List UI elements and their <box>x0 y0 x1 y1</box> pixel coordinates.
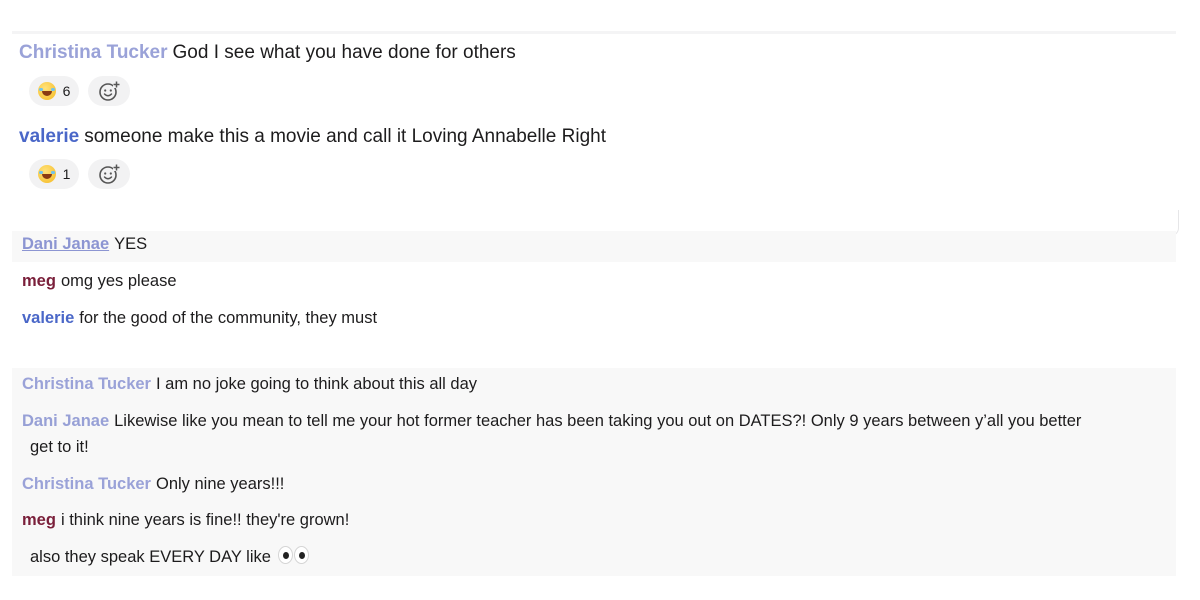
chat-thread: Christina Tucker God I see what you have … <box>0 0 1200 600</box>
message-text: omg yes please <box>60 272 177 290</box>
reaction-count: 6 <box>62 83 71 99</box>
add-reaction-icon <box>99 164 120 184</box>
eye-shape <box>277 546 293 564</box>
message-row: also they speak EVERY DAY like <box>30 546 309 567</box>
add-reaction-button[interactable] <box>88 76 130 106</box>
message-text: Likewise like you mean to tell me your h… <box>114 412 1082 430</box>
message-text: Only nine years!!! <box>155 475 285 493</box>
message-text: i think nine years is fine!! they're gro… <box>60 511 350 529</box>
author-name[interactable]: Dani Janae <box>22 235 109 253</box>
message-text-continued: get to it! <box>30 438 89 456</box>
reaction-bar: 1 <box>29 159 130 189</box>
divider <box>12 31 1176 34</box>
message-text: I am no joke going to think about this a… <box>155 375 478 393</box>
author-name[interactable]: valerie <box>22 309 74 327</box>
message-text: YES <box>114 235 148 253</box>
author-name[interactable]: Christina Tucker <box>22 375 151 393</box>
author-name[interactable]: Dani Janae <box>22 412 109 430</box>
message-row: Christina Tucker Only nine years!!! <box>22 475 284 494</box>
message-row: Dani Janae YES <box>22 235 147 254</box>
reaction-count: 1 <box>62 166 71 182</box>
author-name[interactable]: Christina Tucker <box>22 475 151 493</box>
face-with-tears-of-joy-icon <box>37 82 56 100</box>
message-row: Christina Tucker I am no joke going to th… <box>22 375 477 394</box>
message-text: for the good of the community, they must <box>79 309 378 327</box>
message-text: God I see what you have done for others <box>172 42 516 63</box>
reaction-pill[interactable]: 6 <box>29 76 79 106</box>
message-row: meg i think nine years is fine!! they're … <box>22 511 349 530</box>
eye-shape <box>293 546 309 564</box>
message-row: valerie for the good of the community, th… <box>22 309 377 328</box>
author-name[interactable]: meg <box>22 272 56 290</box>
message-row: Christina Tucker God I see what you have … <box>19 42 516 64</box>
message-row: valerie someone make this a movie and cal… <box>19 126 606 148</box>
message-text: someone make this a movie and call it Lo… <box>84 126 606 147</box>
author-name[interactable]: meg <box>22 511 56 529</box>
message-text: also they speak EVERY DAY like <box>30 548 271 566</box>
author-name[interactable]: valerie <box>19 126 79 147</box>
eyes-icon <box>277 546 309 564</box>
message-row: meg omg yes please <box>22 272 177 291</box>
add-reaction-icon <box>99 81 120 101</box>
add-reaction-button[interactable] <box>88 159 130 189</box>
highlighted-block-band <box>12 368 1176 576</box>
message-row: Dani Janae Likewise like you mean to tell… <box>22 412 1081 431</box>
reaction-bar: 6 <box>29 76 130 106</box>
highlighted-row-band <box>12 231 1176 262</box>
reaction-pill[interactable]: 1 <box>29 159 79 189</box>
author-name[interactable]: Christina Tucker <box>19 42 168 63</box>
face-with-tears-of-joy-icon <box>37 165 56 183</box>
